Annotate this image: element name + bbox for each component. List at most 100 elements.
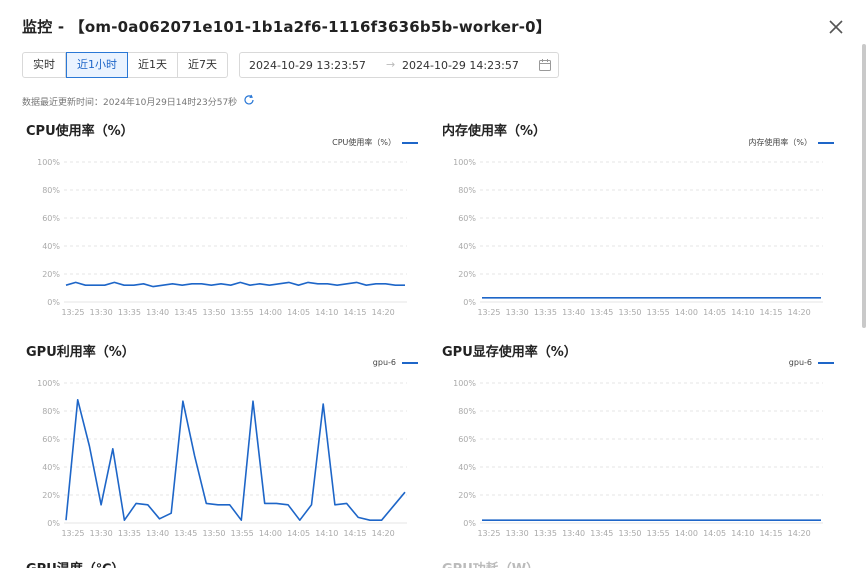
y-tick-label: 80% <box>42 186 60 195</box>
x-tick-label: 13:35 <box>534 308 557 317</box>
x-tick-label: 14:05 <box>703 529 726 538</box>
x-tick-label: 14:10 <box>731 308 754 317</box>
x-tick-label: 13:55 <box>231 529 254 538</box>
y-tick-label: 40% <box>42 463 60 472</box>
x-tick-label: 14:10 <box>315 529 338 538</box>
start-time[interactable]: 2024-10-29 13:23:57 <box>249 59 366 72</box>
series-line <box>65 281 405 288</box>
legend-swatch <box>818 141 834 144</box>
x-tick-label: 13:25 <box>477 529 500 538</box>
y-tick-label: 80% <box>458 407 476 416</box>
x-tick-label: 13:35 <box>534 529 557 538</box>
y-tick-label: 60% <box>458 214 476 223</box>
y-tick-label: 100% <box>453 158 476 167</box>
x-tick-label: 14:05 <box>287 529 310 538</box>
x-tick-label: 13:55 <box>231 308 254 317</box>
x-tick-label: 13:30 <box>506 308 529 317</box>
dialog-title: 监控 - 【om-0a062071e101-1b1a2f6-1116f3636b… <box>22 18 552 36</box>
x-tick-label: 13:55 <box>647 529 670 538</box>
y-tick-label: 20% <box>458 270 476 279</box>
x-tick-label: 14:20 <box>788 529 811 538</box>
gpu-util-chart: 0% 20% 40% 60% 80% 100% 13:25 13:30 13:35 13:40 13… <box>37 379 407 538</box>
panel-title: CPU使用率（%） <box>26 124 134 139</box>
x-tick-label: 13:45 <box>174 529 197 538</box>
range-option-realtime[interactable]: 实时 <box>23 53 66 77</box>
legend-swatch <box>402 361 418 364</box>
y-tick-label: 60% <box>458 435 476 444</box>
date-range-picker[interactable]: 2024-10-29 13:23:57 → 2024-10-29 14:23:5… <box>239 52 559 78</box>
x-tick-label: 14:10 <box>315 308 338 317</box>
scrollbar-thumb[interactable] <box>862 44 866 328</box>
time-range-selector: 实时 近1小时 近1天 近7天 <box>22 52 228 78</box>
range-option-1d[interactable]: 近1天 <box>128 53 178 77</box>
x-tick-label: 13:50 <box>202 308 225 317</box>
x-tick-label: 13:35 <box>118 308 141 317</box>
x-tick-label: 13:40 <box>146 529 169 538</box>
x-tick-label: 14:20 <box>788 308 811 317</box>
x-tick-label: 13:55 <box>647 308 670 317</box>
y-tick-label: 0% <box>463 298 476 307</box>
y-tick-label: 100% <box>37 158 60 167</box>
series-line <box>65 398 406 521</box>
x-tick-label: 13:40 <box>146 308 169 317</box>
x-tick-label: 14:15 <box>759 308 782 317</box>
x-tick-label: 14:15 <box>343 529 366 538</box>
x-tick-label: 13:30 <box>90 529 113 538</box>
y-tick-label: 0% <box>463 519 476 528</box>
y-tick-label: 20% <box>458 491 476 500</box>
x-tick-label: 14:15 <box>343 308 366 317</box>
x-tick-label: 13:50 <box>618 529 641 538</box>
panel-title: 内存使用率（%） <box>442 124 547 139</box>
end-time[interactable]: 2024-10-29 14:23:57 <box>402 59 519 72</box>
x-tick-label: 13:45 <box>174 308 197 317</box>
x-tick-label: 14:00 <box>675 529 698 538</box>
x-tick-label: 13:25 <box>61 308 84 317</box>
y-tick-label: 40% <box>458 463 476 472</box>
x-tick-label: 13:35 <box>118 529 141 538</box>
y-tick-label: 100% <box>37 379 60 388</box>
x-tick-label: 13:25 <box>61 529 84 538</box>
chart-legend[interactable]: 内存使用率（%） <box>748 137 834 148</box>
legend-label: gpu-6 <box>788 358 812 367</box>
x-tick-label: 13:40 <box>562 308 585 317</box>
x-tick-label: 14:10 <box>731 529 754 538</box>
y-tick-label: 80% <box>42 407 60 416</box>
close-icon[interactable] <box>826 17 846 37</box>
panel-title: GPU显存使用率（%） <box>442 345 577 360</box>
x-tick-label: 13:30 <box>90 308 113 317</box>
chart-legend[interactable]: gpu-6 <box>373 358 418 367</box>
x-tick-label: 14:15 <box>759 529 782 538</box>
calendar-icon[interactable] <box>538 58 552 72</box>
x-tick-label: 13:45 <box>590 529 613 538</box>
legend-swatch <box>402 141 418 144</box>
x-tick-label: 14:05 <box>287 308 310 317</box>
legend-label: CPU使用率（%） <box>332 138 396 147</box>
range-option-7d[interactable]: 近7天 <box>178 53 227 77</box>
memory-usage-chart: 0% 20% 40% 60% 80% 100% 13:25 13:30 13:35 13:40 13… <box>453 158 823 317</box>
range-option-1h[interactable]: 近1小时 <box>66 52 128 78</box>
refresh-icon[interactable] <box>243 94 255 106</box>
legend-swatch <box>818 361 834 364</box>
gpu-memory-panel: GPU显存使用率（%） gpu-6 0% 20% 40% 60% 80% 100% 13:2… <box>438 341 838 551</box>
range-separator: → <box>386 58 396 71</box>
gpu-temperature-title: GPU温度（℃） <box>26 558 125 568</box>
last-updated-text: 数据最近更新时间：2024年10月29日14时23分57秒 <box>22 98 238 108</box>
panel-title: GPU利用率（%） <box>26 345 135 360</box>
y-tick-label: 40% <box>458 242 476 251</box>
y-tick-label: 60% <box>42 435 60 444</box>
x-tick-label: 14:00 <box>675 308 698 317</box>
y-tick-label: 40% <box>42 242 60 251</box>
x-tick-label: 13:50 <box>618 308 641 317</box>
x-tick-label: 14:00 <box>259 529 282 538</box>
x-tick-label: 13:30 <box>506 529 529 538</box>
y-tick-label: 20% <box>42 491 60 500</box>
x-tick-label: 13:45 <box>590 308 613 317</box>
chart-legend[interactable]: gpu-6 <box>789 358 834 367</box>
chart-legend[interactable]: CPU使用率（%） <box>332 137 418 148</box>
legend-label: 内存使用率（%） <box>748 138 812 147</box>
cpu-usage-chart: 0% 20% 40% 60% 80% 100% 13:25 13:30 13:35 13:40 13… <box>37 158 407 317</box>
y-tick-label: 0% <box>47 298 60 307</box>
y-tick-label: 60% <box>42 214 60 223</box>
x-tick-label: 14:00 <box>259 308 282 317</box>
y-tick-label: 20% <box>42 270 60 279</box>
